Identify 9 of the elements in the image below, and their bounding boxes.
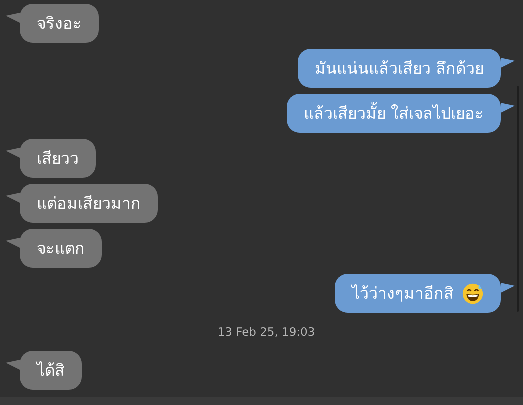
message-text: มันแน่นแล้วเสียว ลึกด้วย (314, 58, 484, 80)
message-text: จะแตก (37, 238, 85, 260)
message-text: จริงอะ (37, 12, 82, 35)
message-text: แต่อมเสียวมาก (37, 192, 141, 215)
message-text: ได้สิ (37, 360, 65, 382)
message-text: เสียวว (37, 148, 79, 170)
message-text: แล้วเสียวมั้ย ใส่เจลไปเยอะ (304, 101, 484, 125)
timestamp: 13 Feb 25, 19:03 (216, 324, 316, 341)
message-text: ไว้ว่างๆมาอีกสิ (352, 282, 454, 305)
